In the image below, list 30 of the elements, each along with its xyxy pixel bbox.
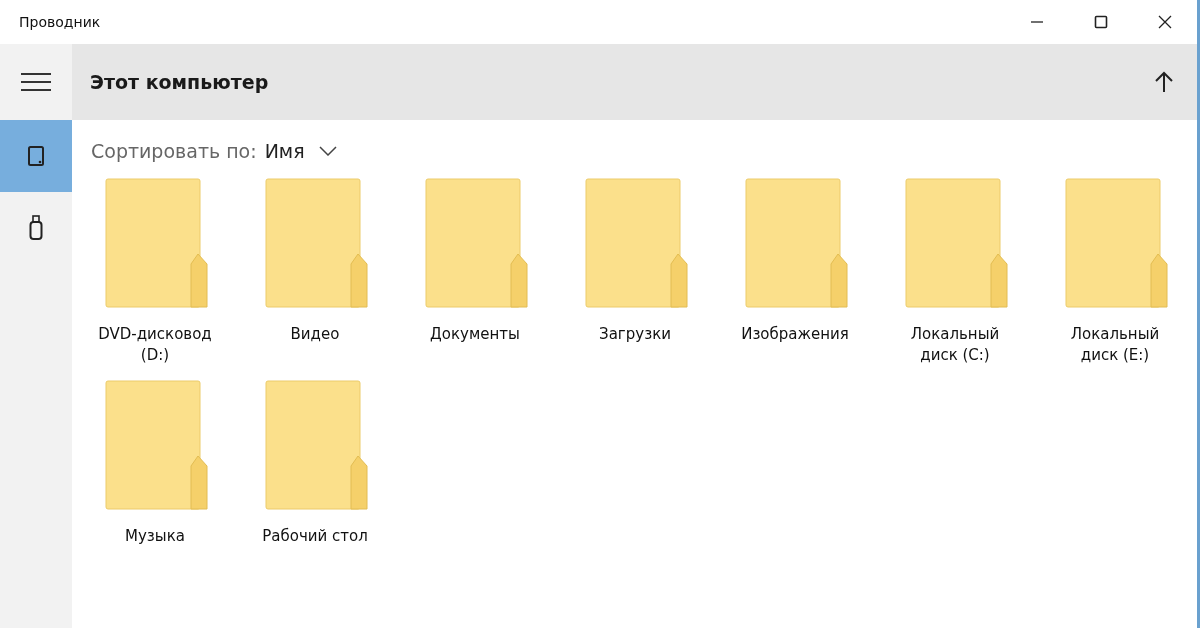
- folder-name[interactable]: Рабочий стол: [256, 526, 374, 547]
- folder-name[interactable]: Локальный диск (E:): [1056, 324, 1174, 366]
- folder-name[interactable]: Локальный диск (C:): [896, 324, 1014, 366]
- usb-drive-icon: [29, 215, 43, 241]
- folder-name[interactable]: Изображения: [736, 324, 854, 345]
- folder-icon[interactable]: [425, 178, 529, 310]
- folder-icon[interactable]: [105, 178, 209, 310]
- folder-icon[interactable]: [265, 380, 369, 512]
- sort-label: Сортировать по:: [91, 140, 257, 162]
- computer-button[interactable]: [0, 120, 72, 192]
- folder-icon[interactable]: [1065, 178, 1169, 310]
- location-title: Этот компьютер: [90, 71, 269, 93]
- folder-name[interactable]: Видео: [256, 324, 374, 345]
- folder-name[interactable]: Загрузки: [576, 324, 694, 345]
- folder-icon[interactable]: [905, 178, 1009, 310]
- folder-name[interactable]: Документы: [416, 324, 534, 345]
- maximize-icon: [1094, 15, 1108, 29]
- folder-name[interactable]: Музыка: [96, 526, 214, 547]
- folder-icon[interactable]: [585, 178, 689, 310]
- chevron-down-icon: [318, 146, 337, 156]
- up-arrow-icon: [1155, 71, 1173, 93]
- tablet-icon: [27, 145, 45, 167]
- folder-icon[interactable]: [105, 380, 209, 512]
- folder-icon[interactable]: [265, 178, 369, 310]
- folder-name[interactable]: DVD-дисковод (D:): [96, 324, 214, 366]
- menu-icon: [21, 72, 51, 92]
- sort-dropdown[interactable]: Имя: [264, 140, 337, 162]
- folder-icon[interactable]: [745, 178, 849, 310]
- close-icon: [1158, 15, 1172, 29]
- window-title: Проводник: [19, 14, 101, 30]
